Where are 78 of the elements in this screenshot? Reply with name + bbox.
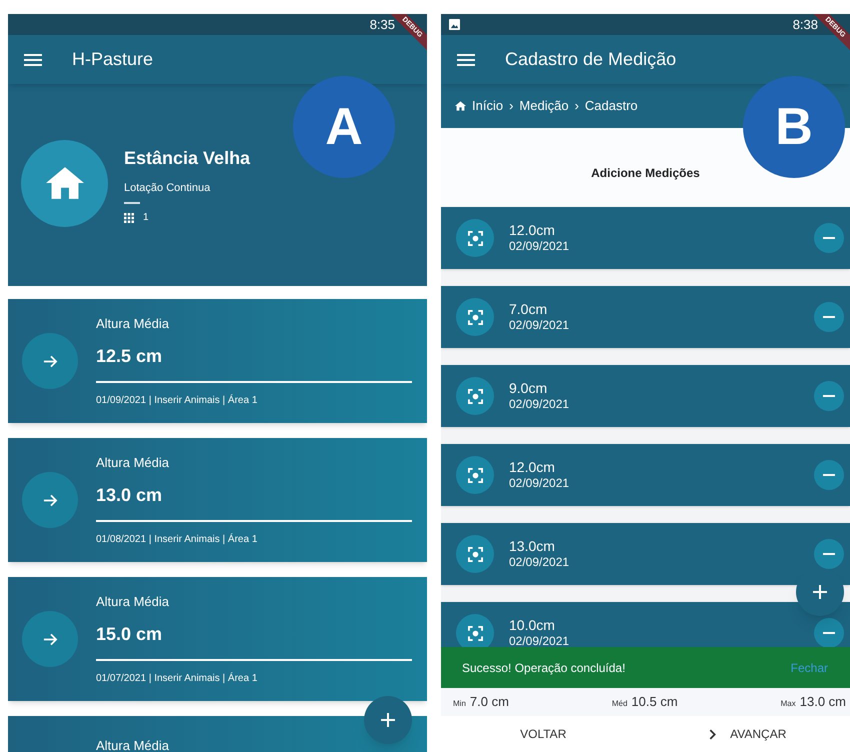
- breadcrumb-link[interactable]: Início: [472, 96, 504, 116]
- measurement-card[interactable]: Altura Média: [8, 716, 427, 752]
- breadcrumb-link[interactable]: Medição: [519, 96, 569, 116]
- minus-icon: [823, 395, 835, 397]
- breadcrumb-separator: ›: [574, 97, 579, 116]
- card-label: Altura Média: [96, 592, 170, 611]
- plus-icon: [381, 713, 395, 727]
- stat-label: Max: [780, 698, 796, 710]
- breadcrumb-link[interactable]: Cadastro: [584, 96, 638, 116]
- measurement-value: 10.0cm: [509, 616, 556, 634]
- clock-time: 8:38: [792, 18, 818, 31]
- chevron-right-icon: [709, 728, 716, 740]
- measurement-date: 02/09/2021: [509, 476, 570, 492]
- minus-icon: [823, 474, 835, 476]
- home-icon: [455, 101, 466, 111]
- grid-icon: [124, 212, 134, 223]
- focus-icon: [468, 546, 482, 562]
- card-details: 01/09/2021 | Inserir Animais | Área 1: [96, 393, 258, 408]
- measurement-value: 12.0cm: [509, 222, 556, 240]
- app-title: Cadastro de Medição: [505, 48, 676, 71]
- clock-time: 8:35: [370, 18, 395, 31]
- plus-icon: [813, 585, 827, 599]
- minus-icon: [823, 553, 835, 555]
- minus-icon: [823, 237, 835, 239]
- remove-button[interactable]: [814, 539, 844, 569]
- section-title: Adicione Medições: [591, 164, 700, 182]
- arrow-right-icon: [42, 492, 58, 508]
- app-title: H-Pasture: [72, 48, 154, 71]
- arrow-right-icon: [42, 354, 58, 368]
- home-icon: [46, 167, 84, 199]
- stat-value: 7.0 cm: [470, 693, 509, 712]
- measurement-value: 13.0cm: [509, 538, 556, 556]
- stat-label: Min: [453, 698, 466, 710]
- height-value: 13.0 cm: [96, 484, 164, 508]
- measurement-card[interactable]: Altura Média 13.0 cm 01/08/2021 | Inserir Animais | Área 1: [8, 438, 427, 562]
- stat-label: Méd: [612, 698, 628, 710]
- measurement-date: 02/09/2021: [509, 634, 570, 647]
- focus-icon: [468, 626, 482, 640]
- next-button[interactable]: AVANÇAR: [705, 721, 790, 747]
- breadcrumb-separator: ›: [509, 97, 514, 116]
- card-label: Altura Média: [96, 737, 170, 752]
- measurement-date: 02/09/2021: [509, 397, 570, 412]
- remove-button[interactable]: [814, 223, 844, 253]
- measurement-value: 7.0cm: [509, 300, 548, 318]
- back-button[interactable]: VOLTAR: [516, 721, 570, 747]
- height-value: 12.5 cm: [96, 345, 164, 368]
- height-value: 15.0 cm: [96, 623, 164, 646]
- measurement-value: 9.0cm: [509, 380, 548, 398]
- stat-value: 13.0 cm: [800, 693, 846, 712]
- stat-value: 10.5 cm: [631, 693, 678, 712]
- measurement-card[interactable]: Altura Média 12.5 cm 01/09/2021 | Inserir Animais | Área 1: [8, 299, 427, 423]
- minus-icon: [823, 316, 835, 318]
- remove-button[interactable]: [814, 460, 844, 490]
- remove-button[interactable]: [814, 381, 844, 411]
- focus-icon: [468, 230, 482, 246]
- menu-icon[interactable]: [24, 54, 42, 66]
- measurement-date: 02/09/2021: [509, 239, 570, 254]
- remove-button[interactable]: [814, 618, 844, 647]
- card-label: Altura Média: [96, 454, 170, 472]
- measurement-date: 02/09/2021: [509, 318, 570, 334]
- farm-subtitle: Lotação Continua: [124, 180, 212, 196]
- measurement-card[interactable]: Altura Média 15.0 cm 01/07/2021 | Inserir Animais | Área 1: [8, 577, 427, 701]
- minus-icon: [823, 632, 835, 634]
- measurement-value: 12.0cm: [509, 458, 556, 476]
- image-icon: [449, 19, 460, 30]
- card-details: 01/07/2021 | Inserir Animais | Área 1: [96, 671, 258, 686]
- focus-icon: [468, 468, 482, 482]
- area-count: 1: [143, 211, 149, 226]
- remove-button[interactable]: [814, 302, 844, 332]
- menu-icon[interactable]: [457, 54, 475, 66]
- card-label: Altura Média: [96, 314, 170, 333]
- focus-icon: [468, 310, 482, 324]
- farm-name: Estância Velha: [124, 146, 250, 170]
- focus-icon: [468, 388, 482, 404]
- card-details: 01/08/2021 | Inserir Animais | Área 1: [96, 532, 258, 548]
- measurement-date: 02/09/2021: [509, 555, 570, 570]
- snackbar-message: Sucesso! Operação concluída!: [462, 660, 626, 676]
- arrow-right-icon: [42, 632, 58, 646]
